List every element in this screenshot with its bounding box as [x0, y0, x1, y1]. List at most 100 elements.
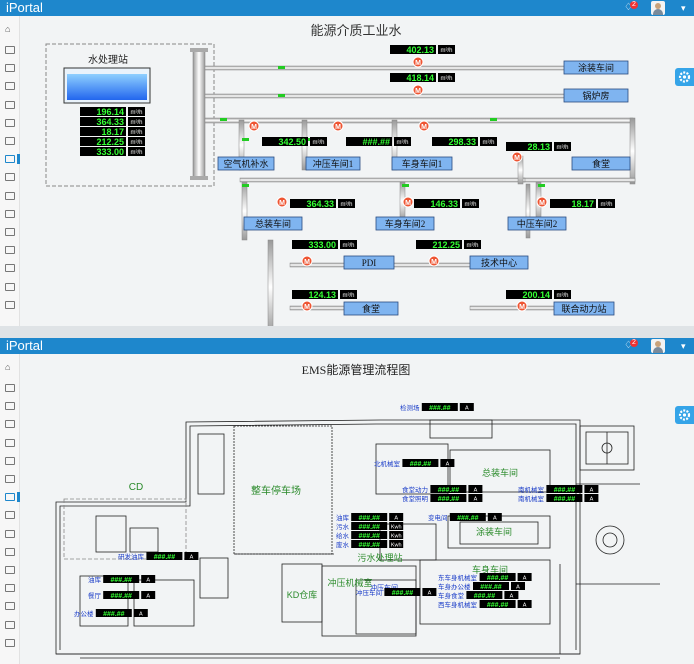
- energy-readout[interactable]: 废水 ###.## Kwh: [336, 540, 404, 549]
- energy-readout[interactable]: 冲压车间 ###.## A: [356, 588, 437, 597]
- meter-canteen1[interactable]: M 28.13 m³/h: [506, 142, 571, 163]
- readout-label: 北机械室: [374, 459, 401, 468]
- destination-pdi[interactable]: PDI: [343, 255, 395, 270]
- destination-paint-shop[interactable]: 涂装车间: [563, 60, 629, 75]
- area-assembly[interactable]: 总装车间: [482, 467, 518, 478]
- area-cd[interactable]: CD: [129, 482, 143, 493]
- energy-readout[interactable]: 变电间 ###.## A: [428, 513, 502, 522]
- ems-window: iPortal ♢ 2 ▾ ⌂ EMS能源管理流程图 CD 整车停车场 总装车间…: [0, 338, 694, 664]
- notification-badge[interactable]: 2: [630, 1, 638, 9]
- readout-unit: A: [590, 497, 594, 503]
- meter-body-shop2[interactable]: M 146.33 m³/h: [402, 196, 479, 209]
- meter-air-compressor[interactable]: M 342.50 m³/h: [248, 120, 327, 147]
- folder-icon[interactable]: [5, 475, 15, 483]
- notification-badge[interactable]: 2: [630, 339, 638, 347]
- folder-icon[interactable]: [5, 402, 15, 411]
- energy-readout[interactable]: 南机械室 ###.## A: [518, 494, 599, 503]
- area-kd[interactable]: KD仓库: [287, 589, 318, 600]
- energy-readout[interactable]: 研发油库 ###.## A: [118, 552, 199, 561]
- home-icon[interactable]: ⌂: [5, 363, 15, 372]
- energy-readout[interactable]: 油库 ###.## A: [336, 513, 404, 522]
- destination-assembly[interactable]: 总装车间: [243, 216, 303, 231]
- brand-logo[interactable]: iPortal: [6, 338, 43, 354]
- folder-icon[interactable]: [5, 100, 15, 109]
- energy-readout[interactable]: 办公楼 ###.## A: [74, 609, 148, 618]
- energy-readout[interactable]: 给水 ###.## Kwh: [336, 531, 404, 540]
- meter-press-shop1[interactable]: M ###.## m³/h: [332, 120, 411, 147]
- brand-logo[interactable]: iPortal: [6, 0, 43, 16]
- destination-tech-center[interactable]: 技术中心: [469, 255, 529, 270]
- energy-readout[interactable]: 检测场 ###.## A: [400, 403, 474, 412]
- folder-icon[interactable]: [5, 64, 15, 73]
- folder-icon[interactable]: [5, 264, 15, 273]
- destination-press-shop1[interactable]: 冲压车间1: [305, 156, 361, 171]
- folder-icon[interactable]: [5, 638, 15, 647]
- meter-reading-value: 146.33: [430, 199, 458, 209]
- energy-readout[interactable]: 油库 ###.## A: [88, 575, 156, 584]
- area-paint[interactable]: 涂装车间: [476, 526, 512, 537]
- meter-symbol: M: [335, 124, 341, 131]
- folder-icon[interactable]: [5, 191, 15, 200]
- area-water-treatment[interactable]: 污水处理站: [357, 552, 402, 563]
- destination-canteen2[interactable]: 食堂: [343, 301, 399, 316]
- destination-air-compressor[interactable]: 空气机补水: [217, 156, 275, 171]
- folder-icon[interactable]: [5, 529, 15, 538]
- folder-icon[interactable]: [5, 384, 15, 392]
- folder-icon[interactable]: [5, 584, 15, 593]
- user-avatar-icon[interactable]: [651, 1, 665, 15]
- energy-readout[interactable]: 车身食堂 ###.## A: [438, 591, 519, 600]
- folder-icon[interactable]: [5, 228, 15, 236]
- folder-icon[interactable]: [5, 246, 15, 255]
- destination-power-station[interactable]: 联合动力站: [553, 301, 615, 316]
- folder-icon[interactable]: [5, 300, 15, 309]
- meter-paint-shop[interactable]: M 402.13 m³/h: [390, 45, 455, 68]
- destination-body-shop2[interactable]: 车身车间2: [375, 216, 435, 231]
- destination-body-shop1[interactable]: 车身车间1: [391, 156, 453, 171]
- folder-icon[interactable]: [5, 82, 15, 91]
- folder-icon[interactable]: [5, 493, 15, 502]
- folder-icon[interactable]: [5, 209, 15, 218]
- home-icon[interactable]: ⌂: [5, 25, 15, 34]
- meter-assembly[interactable]: M 364.33 m³/h: [276, 196, 355, 209]
- energy-readout[interactable]: 污水 ###.## Kwh: [336, 522, 404, 531]
- energy-readout[interactable]: 餐厅 ###.## A: [88, 591, 156, 600]
- meter-press-shop2[interactable]: M 18.17 m³/h: [536, 196, 615, 209]
- meter-body-shop1[interactable]: M 298.33 m³/h: [418, 120, 497, 147]
- folder-icon[interactable]: [5, 173, 15, 182]
- folder-icon[interactable]: [5, 456, 15, 465]
- station-reading-unit: m³/h: [131, 150, 143, 156]
- energy-readout[interactable]: 西车身机械室 ###.## A: [438, 600, 532, 609]
- folder-icon[interactable]: [5, 438, 15, 447]
- folder-icon[interactable]: [5, 137, 15, 145]
- folder-icon[interactable]: [5, 566, 15, 574]
- energy-readout[interactable]: 南机械室 ###.## A: [518, 485, 599, 494]
- caret-down-icon[interactable]: ▾: [681, 340, 686, 352]
- readout-value: ###.##: [554, 487, 576, 494]
- folder-icon[interactable]: [5, 118, 15, 127]
- readout-value: ###.##: [392, 590, 414, 597]
- energy-readout[interactable]: 车身办公楼 ###.## A: [438, 582, 525, 591]
- readout-unit: A: [474, 497, 478, 503]
- folder-icon[interactable]: [5, 155, 15, 164]
- meter-reading-unit: m³/h: [467, 243, 479, 249]
- folder-icon[interactable]: [5, 46, 15, 54]
- destination-canteen1[interactable]: 食堂: [571, 156, 631, 171]
- folder-icon[interactable]: [5, 511, 15, 520]
- meter-reading-unit: m³/h: [343, 243, 355, 249]
- folder-icon[interactable]: [5, 282, 15, 291]
- folder-icon[interactable]: [5, 547, 15, 556]
- area-press-building[interactable]: 冲压机械室: [327, 577, 372, 588]
- folder-icon[interactable]: [5, 420, 15, 429]
- energy-readout[interactable]: 东车身机械室 ###.## A: [438, 573, 532, 582]
- user-avatar-icon[interactable]: [651, 339, 665, 353]
- caret-down-icon[interactable]: ▾: [681, 2, 686, 14]
- folder-icon[interactable]: [5, 602, 15, 611]
- energy-readout[interactable]: 北机械室 ###.## A: [374, 459, 455, 468]
- meter-boiler-room[interactable]: M 418.14 m³/h: [390, 73, 455, 96]
- area-parking[interactable]: 整车停车场: [251, 484, 301, 497]
- folder-icon[interactable]: [5, 620, 15, 629]
- destination-press-shop2[interactable]: 中压车间2: [507, 216, 567, 231]
- energy-readout[interactable]: 食堂动力 ###.## A: [402, 485, 483, 494]
- energy-readout[interactable]: 食堂照明 ###.## A: [402, 494, 483, 503]
- destination-boiler-room[interactable]: 锅炉房: [563, 88, 629, 103]
